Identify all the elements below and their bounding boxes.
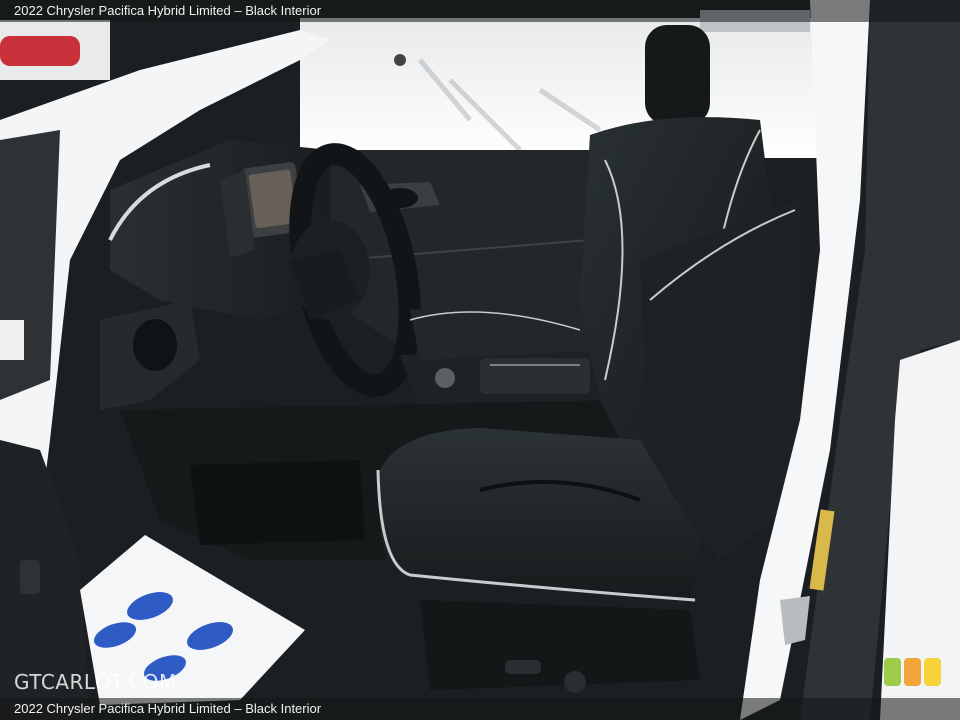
traffic-light-icon	[884, 658, 944, 686]
yellow-light	[924, 658, 941, 686]
caption-bar-bottom: 2022 Chrysler Pacifica Hybrid Limited – …	[0, 698, 960, 720]
gtcarlot-watermark: GTCARLOT.COM	[14, 670, 177, 694]
interior-photo	[0, 0, 960, 720]
caption-text-bottom: 2022 Chrysler Pacifica Hybrid Limited – …	[14, 701, 322, 716]
caption-text-top: 2022 Chrysler Pacifica Hybrid Limited – …	[14, 3, 322, 18]
caption-bar-top: 2022 Chrysler Pacifica Hybrid Limited – …	[0, 0, 960, 22]
orange-light	[904, 658, 921, 686]
green-light	[884, 658, 901, 686]
